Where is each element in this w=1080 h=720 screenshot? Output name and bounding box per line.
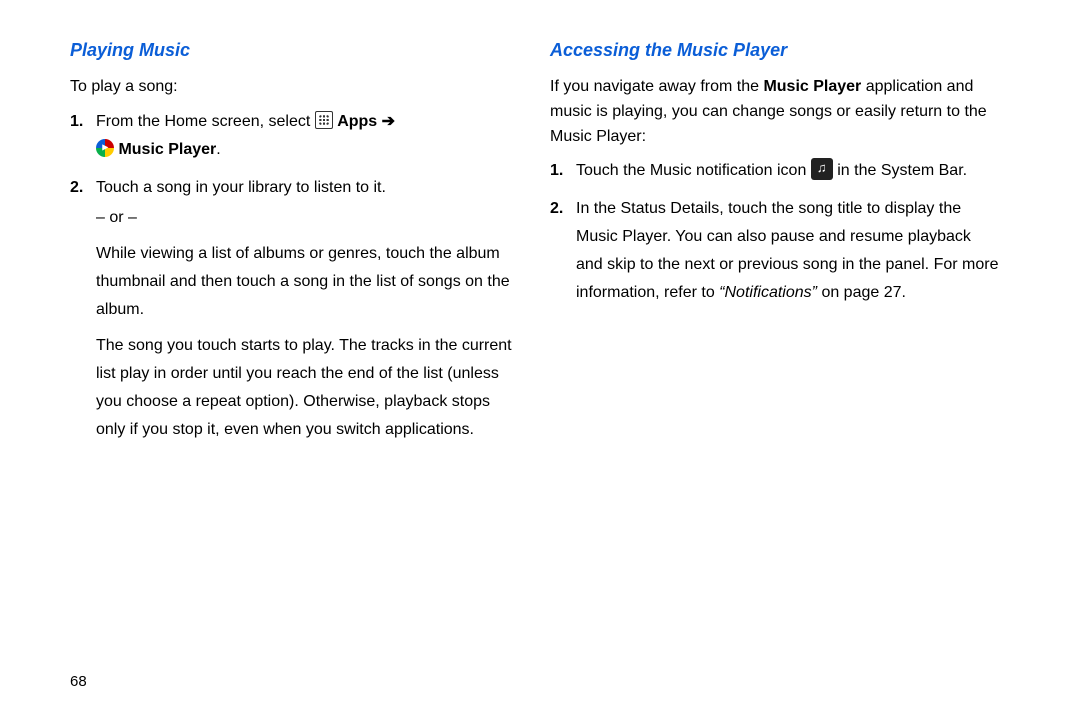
step-number: 2.: [70, 174, 83, 202]
intro-bold: Music Player: [763, 78, 861, 95]
step-number: 2.: [550, 195, 563, 223]
intro-right: If you navigate away from the Music Play…: [550, 75, 1000, 149]
right-column: Accessing the Music Player If you naviga…: [550, 40, 1030, 700]
music-player-icon: [96, 139, 114, 157]
step-2-para1: While viewing a list of albums or genres…: [96, 240, 520, 324]
heading-accessing-music-player: Accessing the Music Player: [550, 40, 1000, 61]
arrow-icon: ➔: [382, 113, 395, 130]
manual-page: Playing Music To play a song: 1. From th…: [0, 0, 1080, 720]
page-number: 68: [70, 673, 87, 690]
step-2r-after: on page 27.: [821, 284, 906, 301]
period: .: [216, 141, 220, 158]
step-2-right: 2. In the Status Details, touch the song…: [576, 195, 1000, 307]
step-1-text-before: From the Home screen, select: [96, 113, 315, 130]
step-number: 1.: [70, 108, 83, 136]
notifications-ref: “Notifications”: [719, 284, 817, 301]
step-1r-before: Touch the Music notification icon: [576, 162, 811, 179]
step-1-right: 1. Touch the Music notification icon in …: [576, 157, 1000, 185]
step-1: 1. From the Home screen, select Apps ➔ M…: [96, 108, 520, 164]
step-2-para2: The song you touch starts to play. The t…: [96, 332, 520, 444]
step-2-line1: Touch a song in your library to listen t…: [96, 179, 386, 196]
step-2: 2. Touch a song in your library to liste…: [96, 174, 520, 444]
step-1r-after: in the System Bar.: [837, 162, 967, 179]
music-notification-icon: [811, 158, 833, 180]
or-divider: – or –: [96, 204, 520, 232]
apps-label: Apps: [337, 113, 377, 130]
steps-list-right: 1. Touch the Music notification icon in …: [550, 157, 1000, 307]
steps-list-left: 1. From the Home screen, select Apps ➔ M…: [70, 108, 520, 444]
heading-playing-music: Playing Music: [70, 40, 520, 61]
intro-before: If you navigate away from the: [550, 78, 763, 95]
intro-text: To play a song:: [70, 75, 520, 100]
apps-grid-icon: [315, 111, 333, 129]
left-column: Playing Music To play a song: 1. From th…: [70, 40, 550, 700]
step-number: 1.: [550, 157, 563, 185]
music-player-label: Music Player: [118, 141, 216, 158]
